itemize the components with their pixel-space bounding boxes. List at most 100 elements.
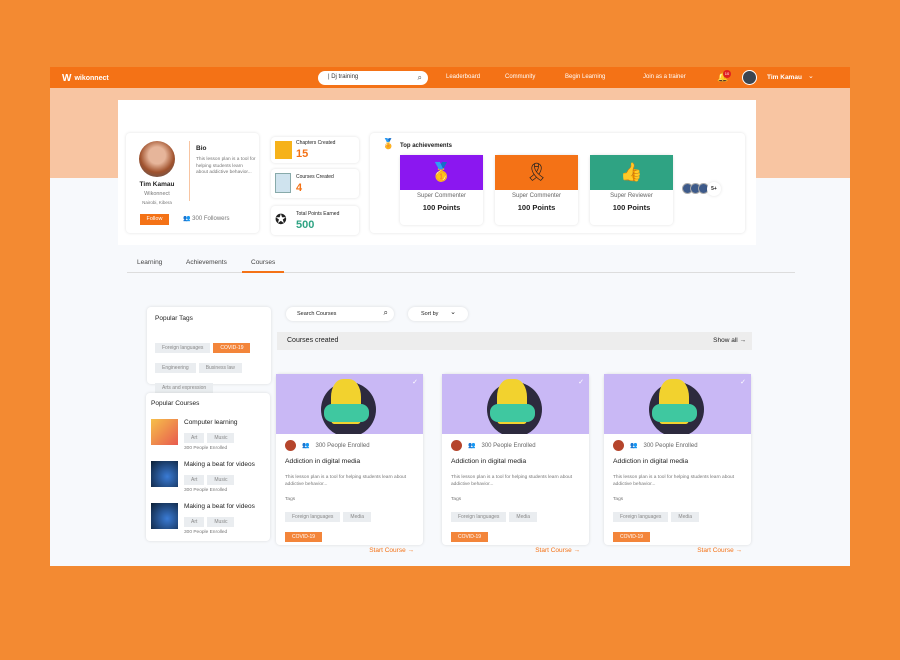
more-badges[interactable]: 5+ <box>682 182 721 196</box>
stat-value: 500 <box>296 219 315 231</box>
search-value: | Dj training <box>328 74 359 80</box>
course-description: This lesson plan is a tool for helping s… <box>285 475 407 487</box>
course-card[interactable]: ✓ 👥 300 People Enrolled Addiction in digi… <box>442 374 589 554</box>
course-search-input[interactable]: Search Courses ⌕ <box>286 307 394 321</box>
start-course-button[interactable]: Start Course → <box>285 547 414 554</box>
check-circle-icon[interactable]: ✓ <box>740 378 746 386</box>
tags-label: Tags <box>451 496 462 502</box>
follow-button[interactable]: Follow <box>140 214 169 225</box>
stat-value: 4 <box>296 182 303 194</box>
show-all-link[interactable]: Show all → <box>713 337 746 344</box>
tab-learning[interactable]: Learning <box>137 259 162 266</box>
nav-join-trainer[interactable]: Join as a trainer <box>643 74 686 80</box>
tag[interactable]: Foreign languages <box>613 511 669 522</box>
tag[interactable]: COVID-19 <box>613 531 651 542</box>
course-description: This lesson plan is a tool for helping s… <box>451 475 573 487</box>
profile-panel: Tim Kamau Wikonnect Nairobi, Kibera Bio … <box>118 100 756 245</box>
chevron-down-icon[interactable]: ⌄ <box>808 72 814 80</box>
course-image: ✓ <box>604 374 751 434</box>
list-item[interactable]: Making a beat for videos Art Music 300 Peop… <box>151 503 265 535</box>
course-card[interactable]: ✓ 👥 300 People Enrolled Addiction in digi… <box>604 374 751 554</box>
check-circle-icon[interactable]: ✓ <box>412 378 418 386</box>
avatar[interactable] <box>742 70 757 85</box>
tag[interactable]: Media <box>343 511 372 522</box>
achievement-points: 100 Points <box>612 203 651 212</box>
tag[interactable]: Engineering <box>155 363 196 373</box>
bio-title: Bio <box>196 145 207 152</box>
logo-text: wikonnect <box>74 75 109 82</box>
achievement-label: Super Reviewer <box>610 193 653 199</box>
tag[interactable]: Media <box>671 511 700 522</box>
stat-chapters: Chapters Created 15 <box>271 137 359 163</box>
search-icon[interactable]: ⌕ <box>384 308 388 318</box>
search-placeholder: Search Courses <box>297 311 337 317</box>
tag[interactable]: Foreign languages <box>155 343 211 353</box>
stat-courses: Courses Created 4 <box>271 169 359 198</box>
enrolled-count: 300 People Enrolled <box>184 446 228 451</box>
achievement-label: Super Commenter <box>416 193 467 199</box>
stat-label: Chapters Created <box>296 140 336 146</box>
achievement-badge[interactable]: 🎗 Super Commenter 100 Points <box>495 155 578 225</box>
enrolled-count: 300 People Enrolled <box>481 442 536 449</box>
thumbs-up-icon: 👍 <box>590 155 673 190</box>
check-circle-icon[interactable]: ✓ <box>578 378 584 386</box>
tag[interactable]: Arts and expression <box>155 383 214 393</box>
logo-icon: W <box>62 73 72 84</box>
enrolled-count: 300 People Enrolled <box>184 488 228 493</box>
course-thumbnail <box>151 503 178 529</box>
course-title[interactable]: Addiction in digital media <box>613 458 742 465</box>
achievements-card: 🏅 Top achievements 🥇 Super Commenter 100 P… <box>370 133 745 233</box>
course-thumbnail <box>151 419 178 445</box>
ribbon-icon: 🎗 <box>495 155 578 190</box>
sort-dropdown[interactable]: Sort by ⌄ <box>408 307 468 321</box>
tag[interactable]: COVID-19 <box>213 343 251 353</box>
tag: Art <box>184 475 205 485</box>
tag[interactable]: Business law <box>198 363 242 373</box>
tag[interactable]: COVID-19 <box>451 531 489 542</box>
tags-label: Tags <box>285 496 296 502</box>
course-title: Making a beat for videos <box>184 461 255 468</box>
course-thumbnail <box>151 461 178 487</box>
tag[interactable]: Media <box>509 511 538 522</box>
nav-leaderboard[interactable]: Leaderboard <box>446 74 480 80</box>
tabs-divider <box>127 272 795 273</box>
tag: Art <box>184 517 205 527</box>
popular-tags-card: Popular Tags Foreign languages COVID-19 E… <box>147 307 271 393</box>
author-avatar <box>451 440 462 451</box>
list-item[interactable]: Computer learning Art Music 300 People Enro… <box>151 419 265 451</box>
search-input[interactable]: | Dj training ⌕ <box>318 71 428 85</box>
tab-courses[interactable]: Courses <box>251 259 275 266</box>
tag[interactable]: COVID-19 <box>285 531 323 542</box>
course-title[interactable]: Addiction in digital media <box>285 458 414 465</box>
tag[interactable]: Foreign languages <box>451 511 507 522</box>
enrolled-count: 300 People Enrolled <box>315 442 370 449</box>
active-tab-indicator <box>242 271 284 273</box>
medal-icon: 🥇 <box>400 155 483 190</box>
nav-begin-learning[interactable]: Begin Learning <box>565 74 605 80</box>
achievement-badge[interactable]: 🥇 Super Commenter 100 Points <box>400 155 483 225</box>
followers-count: 👥 300 Followers <box>183 215 230 222</box>
stat-label: Total Points Earned <box>296 211 340 217</box>
achievement-points: 100 Points <box>422 203 461 212</box>
course-title: Computer learning <box>184 419 238 426</box>
tag: Music <box>207 433 235 443</box>
stat-label: Courses Created <box>296 174 334 180</box>
course-card[interactable]: ✓ 👥 300 People Enrolled Addiction in digi… <box>276 374 423 554</box>
search-icon[interactable]: ⌕ <box>418 73 422 83</box>
nav-community[interactable]: Community <box>505 74 535 80</box>
tab-achievements[interactable]: Achievements <box>186 259 227 266</box>
user-name[interactable]: Tim Kamau <box>767 74 802 81</box>
profile-org: Wikonnect <box>144 191 170 197</box>
start-course-button[interactable]: Start Course → <box>451 547 580 554</box>
achievement-label: Super Commenter <box>511 193 562 199</box>
users-icon: 👥 <box>302 443 310 449</box>
start-course-button[interactable]: Start Course → <box>613 547 742 554</box>
popular-courses-title: Popular Courses <box>151 400 200 407</box>
course-title[interactable]: Addiction in digital media <box>451 458 580 465</box>
list-item[interactable]: Making a beat for videos Art Music 300 Peop… <box>151 461 265 493</box>
tag[interactable]: Foreign languages <box>285 511 341 522</box>
achievement-badge[interactable]: 👍 Super Reviewer 100 Points <box>590 155 673 225</box>
logo[interactable]: Wwikonnect <box>62 73 109 84</box>
divider <box>189 141 190 201</box>
popular-tags-title: Popular Tags <box>155 315 193 322</box>
